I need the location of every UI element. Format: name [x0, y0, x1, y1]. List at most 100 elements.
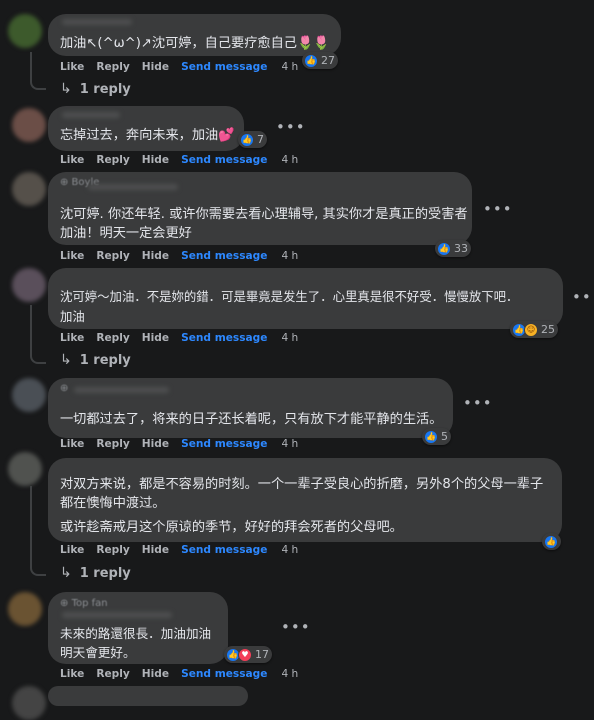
- reply-button[interactable]: Reply: [96, 668, 129, 680]
- comment-bubble: 沈可婷～加油．不是妳的錯．可是畢竟是发生了．心里真是很不好受．慢慢放下吧． 加油: [48, 268, 563, 329]
- reaction-count[interactable]: 👍 27: [302, 52, 338, 69]
- comment-bubble-partial: [48, 686, 248, 706]
- send-message-button[interactable]: Send message: [181, 544, 267, 556]
- like-button[interactable]: Like: [60, 438, 84, 450]
- reaction-number: 33: [454, 242, 468, 255]
- send-message-button[interactable]: Send message: [181, 61, 267, 73]
- comment-bubble: 对双方来说，都是不容易的时刻。一个一辈子受良心的折磨，另外8个的父母一辈子 都在…: [48, 458, 562, 542]
- reply-button[interactable]: Reply: [96, 154, 129, 166]
- comment-text: 一切都过去了，将来的日子还长着呢，只有放下才能平静的生活。: [60, 412, 443, 427]
- like-button[interactable]: Like: [60, 250, 84, 262]
- reaction-count[interactable]: 👍 ☺ 25: [510, 321, 558, 338]
- hide-button[interactable]: Hide: [142, 250, 169, 262]
- more-options-button[interactable]: •••: [572, 290, 594, 305]
- thread-line: [30, 305, 32, 354]
- reaction-number: 17: [255, 648, 269, 661]
- send-message-button[interactable]: Send message: [181, 332, 267, 344]
- reply-button[interactable]: Reply: [96, 332, 129, 344]
- comment-text: 未來的路還很長．加油加油 明天會更好。: [60, 626, 212, 660]
- comment-text: 沈可婷～加油．不是妳的錯．可是畢竟是发生了．心里真是很不好受．慢慢放下吧． 加油: [60, 289, 519, 324]
- hide-button[interactable]: Hide: [142, 438, 169, 450]
- send-message-button[interactable]: Send message: [181, 154, 267, 166]
- more-options-button[interactable]: •••: [276, 120, 306, 135]
- comment-author[interactable]: ⊕: [60, 383, 68, 394]
- reaction-count[interactable]: 👍 ♥ 17: [224, 646, 272, 663]
- timestamp[interactable]: 4 h: [281, 332, 298, 344]
- comment-bubble: ⊕ Boyle 沈可婷. 你还年轻. 或许你需要去看心理辅导, 其实你才是真正的…: [48, 172, 472, 245]
- thread-corner: [30, 564, 46, 576]
- reply-button[interactable]: Reply: [96, 250, 129, 262]
- view-replies-link[interactable]: ↳ 1 reply: [60, 352, 131, 368]
- reaction-count[interactable]: 👍 5: [422, 428, 451, 445]
- reply-button[interactable]: Reply: [96, 544, 129, 556]
- like-button[interactable]: Like: [60, 154, 84, 166]
- avatar[interactable]: [12, 108, 46, 142]
- send-message-button[interactable]: Send message: [181, 250, 267, 262]
- hide-button[interactable]: Hide: [142, 332, 169, 344]
- timestamp[interactable]: 4 h: [281, 154, 298, 166]
- redacted-author: [74, 387, 169, 393]
- author-badge: Top fan: [71, 598, 108, 609]
- comment-actions: Like Reply Hide Send message 4 h: [60, 667, 298, 681]
- comment-actions: Like Reply Hide Send message 4 h: [60, 437, 298, 451]
- timestamp[interactable]: 4 h: [281, 61, 298, 73]
- avatar[interactable]: [12, 378, 46, 412]
- hide-button[interactable]: Hide: [142, 61, 169, 73]
- thread-corner: [30, 352, 46, 364]
- reaction-number: 7: [257, 133, 264, 146]
- redacted-author: [62, 112, 120, 118]
- redacted-author: [62, 19, 132, 25]
- like-button[interactable]: Like: [60, 332, 84, 344]
- timestamp[interactable]: 4 h: [281, 544, 298, 556]
- like-icon: 👍: [437, 241, 451, 256]
- reply-button[interactable]: Reply: [96, 438, 129, 450]
- comment-bubble: 忘掉过去，奔向未来，加油💕: [48, 106, 244, 151]
- avatar[interactable]: [12, 686, 46, 720]
- timestamp[interactable]: 4 h: [281, 250, 298, 262]
- comment-actions: Like Reply Hide Send message 4 h: [60, 331, 298, 345]
- more-options-button[interactable]: •••: [281, 620, 311, 635]
- like-button[interactable]: Like: [60, 668, 84, 680]
- reaction-count[interactable]: 👍 33: [435, 240, 471, 257]
- reply-link-label: 1 reply: [79, 81, 131, 97]
- send-message-button[interactable]: Send message: [181, 438, 267, 450]
- reaction-count[interactable]: 👍: [542, 533, 561, 550]
- hide-button[interactable]: Hide: [142, 544, 169, 556]
- timestamp[interactable]: 4 h: [281, 438, 298, 450]
- avatar[interactable]: [12, 268, 46, 302]
- reaction-number: 27: [321, 54, 335, 67]
- reply-button[interactable]: Reply: [96, 61, 129, 73]
- thread-line: [30, 52, 32, 80]
- comment-actions: Like Reply Hide Send message 4 h: [60, 153, 298, 167]
- comment-text: 忘掉过去，奔向未来，加油💕: [60, 128, 235, 143]
- send-message-button[interactable]: Send message: [181, 668, 267, 680]
- avatar[interactable]: [8, 592, 42, 626]
- comment-text: 对双方来说，都是不容易的时刻。一个一辈子受良心的折磨，另外8个的父母一辈子 都在…: [60, 477, 544, 511]
- reply-arrow-icon: ↳: [60, 81, 72, 97]
- comment-actions: Like Reply Hide Send message 4 h: [60, 543, 298, 557]
- comment-text-paragraph-2: 或许趁斋戒月这个原谅的季节，好好的拜会死者的父母吧。: [60, 520, 403, 535]
- more-options-button[interactable]: •••: [463, 396, 493, 411]
- avatar[interactable]: [8, 452, 42, 486]
- like-button[interactable]: Like: [60, 61, 84, 73]
- avatar[interactable]: [8, 14, 42, 48]
- reaction-number: 5: [441, 430, 448, 443]
- redacted-author: [62, 612, 172, 618]
- comment-text: 加油↖(^ω^)↗沈可婷，自己要疗愈自己🌷🌷: [60, 36, 330, 51]
- like-icon: 👍: [304, 53, 318, 68]
- hide-button[interactable]: Hide: [142, 154, 169, 166]
- thread-corner: [30, 78, 46, 90]
- reply-link-label: 1 reply: [79, 352, 131, 368]
- comment-text: 沈可婷. 你还年轻. 或许你需要去看心理辅导, 其实你才是真正的受害者 加油！明…: [60, 207, 468, 241]
- reaction-count[interactable]: 👍 7: [238, 131, 267, 148]
- hide-button[interactable]: Hide: [142, 668, 169, 680]
- reply-arrow-icon: ↳: [60, 565, 72, 581]
- view-replies-link[interactable]: ↳ 1 reply: [60, 81, 131, 97]
- timestamp[interactable]: 4 h: [281, 668, 298, 680]
- view-replies-link[interactable]: ↳ 1 reply: [60, 565, 131, 581]
- like-button[interactable]: Like: [60, 544, 84, 556]
- thread-line: [30, 486, 32, 566]
- comment-author[interactable]: ⊕ Top fan: [60, 598, 108, 609]
- avatar[interactable]: [12, 172, 46, 206]
- more-options-button[interactable]: •••: [483, 202, 513, 217]
